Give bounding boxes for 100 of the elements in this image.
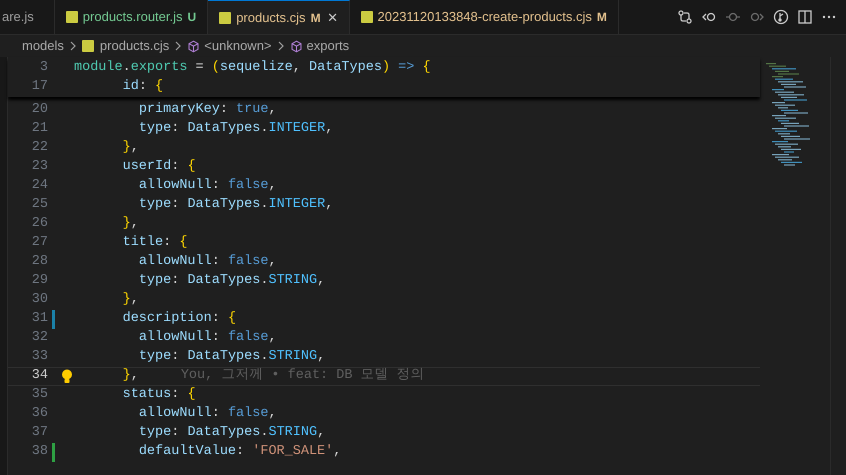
code-token: : [171,425,180,440]
code-token: : [212,254,220,270]
line-number: 33 [30,348,48,366]
code-token: , [317,273,326,288]
editor-tab[interactable]: 20231120133848-create-products.cjs M [350,0,619,34]
code-token: , [268,102,277,118]
line-number: 28 [30,253,48,272]
code-token: type [138,273,172,288]
code-token: : [171,387,180,402]
code-token: false [228,406,268,422]
code-token: allowNull [138,254,212,270]
code-token: allowNull [138,178,212,194]
code-token: primaryKey [138,102,220,118]
code-token: : [171,159,180,174]
code-token: = [196,60,204,76]
code-token: allowNull [138,406,212,422]
code-token: : [138,79,147,94]
code-token: : [212,330,220,346]
line-number: 29 [30,272,48,290]
breadcrumb-item[interactable]: exports [306,36,350,56]
code-token: : [171,121,180,136]
code-token: , [130,368,139,384]
chevron-right-icon [68,41,77,51]
code-token: , [325,197,334,212]
code-token: , [130,292,139,308]
code-token: : [220,102,228,118]
code-token: STRING [268,273,318,288]
code-token: , [292,60,301,76]
code-token: , [130,140,139,156]
breadcrumb-item[interactable]: models [22,36,64,56]
line-number: 35 [30,386,48,404]
code-token: , [268,254,277,270]
code-token: title [122,235,164,250]
code-token: } [122,292,131,308]
code-token: . [260,349,268,364]
tab-label: are.js [2,8,34,26]
code-token: , [268,406,277,422]
code-token: } [122,216,131,232]
code-token: INTEGER [268,197,326,212]
code-token: { [228,311,236,326]
breadcrumb-item[interactable]: products.cjs [100,36,170,56]
line-number: 30 [30,291,48,310]
code-token: type [138,349,172,364]
code-token: defaultValue [138,444,236,460]
line-number: 38 [30,443,48,462]
tab-label: products.cjs [236,8,306,27]
code-token: false [228,178,268,194]
code-token: { [187,387,196,402]
code-token: : [171,197,180,212]
close-tab[interactable]: × [328,9,338,26]
line-number: 23 [30,158,48,176]
line-number: 26 [30,215,48,234]
code-token: } [122,368,131,384]
line-number: 31 [30,310,48,328]
code-token: DataTypes [309,60,382,76]
line-number: 3 [38,59,48,78]
code-token: 'FOR_SALE' [252,444,334,460]
code-token: : [212,406,220,422]
lightbulb-icon[interactable] [61,369,73,384]
code-token: INTEGER [268,121,326,136]
code-token: STRING [268,425,318,440]
code-token: . [260,121,268,136]
code-token: type [138,197,172,212]
line-number: 37 [30,424,48,442]
code-token: id [122,79,139,94]
code-token: : [212,311,220,326]
editor-tab[interactable]: products.cjs M × [208,0,350,34]
code-token: DataTypes [187,425,260,440]
cube-icon [187,40,200,52]
code-token: type [138,121,172,136]
line-number: 32 [30,329,48,348]
breadcrumb-item[interactable]: <unknown> [204,36,272,56]
code-token: : [212,178,220,194]
code-token: : [236,444,244,460]
tab-label: 20231120133848-create-products.cjs [378,8,592,26]
code-token: { [179,235,188,250]
code-token: . [260,273,268,288]
git-blame-annotation: You, 그저께 • feat: DB 모델 정의 [180,366,425,386]
line-number: 36 [30,405,48,424]
code-token: ) [382,60,390,76]
code-token: true [236,102,268,118]
git-status-label: M [596,9,607,26]
code-token: module [74,60,123,76]
chevron-right-icon [174,41,182,51]
code-token: { [155,79,164,94]
code-token: DataTypes [187,273,260,288]
code-token: ( [212,60,220,76]
code-token: , [130,216,139,232]
git-status-label: U [188,9,196,26]
line-number: 20 [30,101,48,120]
code-token: , [325,121,334,136]
code-token: , [317,425,326,440]
editor-tab[interactable]: are.js [0,0,55,34]
line-number: 21 [30,120,48,138]
code-token: , [268,178,277,194]
code-token: => [398,60,414,76]
line-number: 27 [30,234,48,252]
line-number: 17 [30,78,48,96]
code-token: DataTypes [187,121,260,136]
code-token: , [317,349,326,364]
